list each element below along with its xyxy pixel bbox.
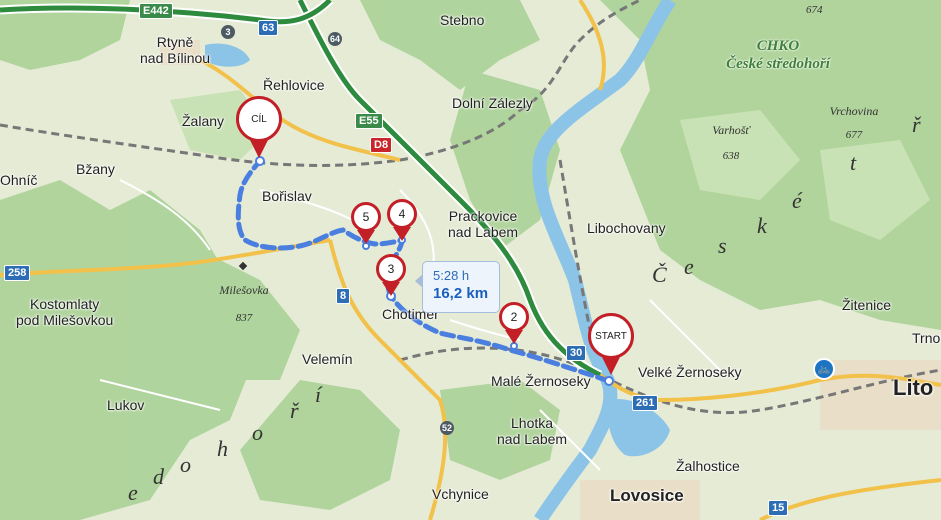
- range-letter: é: [792, 188, 802, 213]
- start-marker-label: START: [588, 313, 634, 359]
- range-letter: ř: [290, 398, 299, 423]
- marker-pin-icon: [393, 227, 411, 241]
- peak-altitude-674: 674: [806, 4, 823, 16]
- road-shield-e55: E55: [355, 113, 383, 129]
- road-shield-52: 52: [440, 421, 454, 435]
- peak-altitude: 638: [722, 150, 740, 162]
- range-letter: s: [718, 233, 727, 258]
- range-letter: o: [252, 420, 263, 445]
- peak-name: Milešovka: [219, 283, 269, 297]
- map-terrain: [0, 0, 941, 520]
- place-borislav: Bořislav: [262, 188, 312, 204]
- road-shield-64: 64: [328, 32, 342, 46]
- place-libochovany: Libochovany: [587, 220, 666, 236]
- range-letter: h: [217, 436, 228, 461]
- marker-pin-icon: [382, 282, 400, 296]
- place-zalhostice: Žalhostice: [676, 458, 740, 474]
- waypoint-3-label: 3: [376, 254, 406, 284]
- range-letter: k: [757, 213, 767, 238]
- route-distance: 16,2 km: [433, 285, 489, 302]
- range-letter: t: [850, 150, 857, 175]
- place-bzany: Bžany: [76, 161, 115, 177]
- range-letter: d: [153, 464, 164, 489]
- marker-pin-icon: [602, 357, 620, 375]
- place-kostomlaty: Kostomlaty pod Milešovkou: [16, 296, 114, 328]
- range-letter: e: [128, 480, 138, 505]
- place-rehlovice: Řehlovice: [263, 77, 325, 93]
- bicycle-icon[interactable]: 🚲: [813, 358, 835, 380]
- route-info-tooltip[interactable]: 5:28 h 16,2 km: [415, 261, 500, 313]
- place-prackovice: Prackovice nad Labem: [448, 208, 519, 240]
- place-lovosice: Lovosice: [610, 486, 684, 505]
- map-canvas[interactable]: CHKO České středohoří ř t é k s e Č í ř …: [0, 0, 941, 520]
- range-letter: ř: [912, 112, 921, 137]
- chko-label: CHKO České středohoří: [688, 37, 868, 73]
- place-rtyne: Rtyně nad Bílinou: [140, 34, 211, 66]
- place-stebno: Stebno: [440, 12, 485, 28]
- peak-name: Vrchovina: [829, 104, 879, 118]
- place-ohnic: Ohníč: [0, 172, 38, 188]
- place-zitenice: Žitenice: [842, 297, 892, 313]
- marker-pin-icon: [505, 330, 523, 344]
- peak-altitude: 837: [235, 312, 253, 324]
- range-letter: o: [180, 452, 191, 477]
- chko-line1: CHKO: [756, 38, 800, 54]
- chko-line2: České středohoří: [726, 56, 830, 72]
- peak-varhost: Varhošť 638: [706, 123, 756, 162]
- waypoint-2-label: 2: [499, 302, 529, 332]
- road-shield-30: 30: [566, 345, 587, 361]
- place-zalany: Žalany: [182, 113, 225, 129]
- place-male-zernoseky: Malé Žernoseky: [491, 373, 591, 389]
- road-shield-261: 261: [632, 395, 659, 411]
- range-letter: í: [315, 382, 322, 407]
- finish-marker-label: CÍL: [236, 96, 282, 142]
- peak-name: Varhošť: [712, 123, 750, 137]
- peak-vrchovina: Vrchovina 677: [824, 104, 884, 141]
- road-shield-d8: D8: [370, 137, 393, 153]
- road-shield-3: 3: [221, 25, 235, 39]
- range-letter: e: [684, 254, 694, 279]
- place-lhotka: Lhotka nad Labem: [497, 415, 568, 447]
- peak-milesovka: Milešovka 837: [214, 283, 274, 324]
- place-velemin: Velemín: [302, 351, 353, 367]
- waypoint-4-label: 4: [387, 199, 417, 229]
- road-shield-15: 15: [768, 500, 789, 516]
- range-letter: Č: [652, 262, 667, 287]
- place-velke-zernoseky: Velké Žernoseky: [638, 364, 742, 380]
- place-litomerice: Lito: [893, 375, 934, 400]
- peak-altitude: 677: [845, 129, 863, 141]
- route-time: 5:28 h: [433, 268, 470, 283]
- road-shield-8: 8: [336, 288, 351, 304]
- place-dolni-zalezly: Dolní Zálezly: [452, 95, 533, 111]
- place-lukov: Lukov: [107, 397, 145, 413]
- place-trnovany: Trno: [912, 330, 941, 346]
- marker-pin-icon: [250, 140, 268, 158]
- marker-pin-icon: [357, 230, 375, 244]
- road-shield-258: 258: [4, 265, 31, 281]
- road-shield-63: 63: [258, 20, 279, 36]
- place-vchynice: Vchynice: [432, 486, 489, 502]
- road-shield-e442: E442: [139, 3, 173, 19]
- waypoint-5-label: 5: [351, 202, 381, 232]
